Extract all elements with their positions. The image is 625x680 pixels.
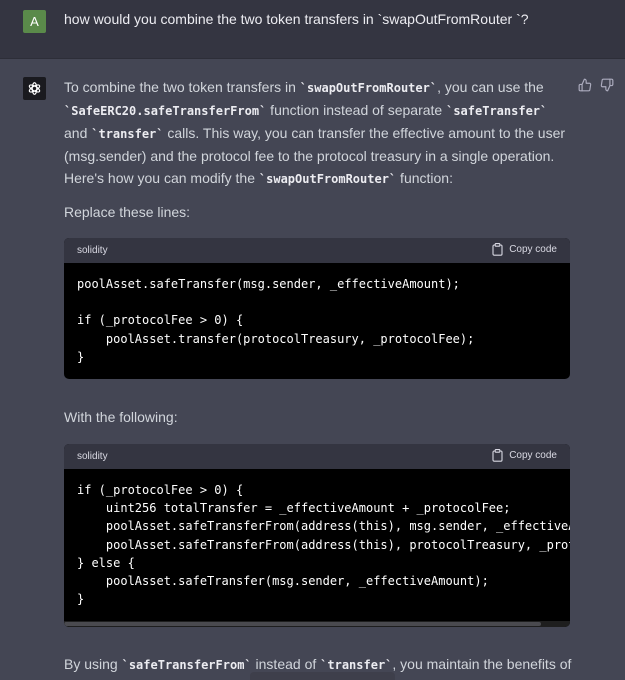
copy-code-label: Copy code — [509, 450, 557, 461]
user-avatar: A — [23, 10, 46, 33]
code-content: poolAsset.safeTransfer(msg.sender, _effe… — [77, 277, 475, 364]
scrollbar-thumb[interactable] — [64, 622, 541, 626]
user-message-text: how would you combine the two token tran… — [64, 11, 529, 27]
code-block: solidity Copy code if (_protocolFee > 0)… — [64, 444, 570, 627]
intro-text-6: function: — [396, 170, 453, 186]
copy-code-button[interactable]: Copy code — [492, 449, 557, 462]
intro-text-2: , you can use the — [437, 79, 544, 95]
copy-code-button[interactable]: Copy code — [492, 243, 557, 256]
closing-text-2: instead of — [251, 656, 321, 672]
code-block: solidity Copy code poolAsset.safeTransfe… — [64, 238, 570, 379]
thumbs-down-icon[interactable] — [600, 78, 614, 92]
user-message-row: A how would you combine the two token tr… — [0, 0, 625, 59]
copy-code-label: Copy code — [509, 244, 557, 255]
answer-intro-paragraph: To combine the two token transfers in `s… — [64, 76, 574, 190]
replace-label: Replace these lines: — [64, 204, 191, 220]
closing-text-1: By using — [64, 656, 122, 672]
horizontal-scrollbar[interactable] — [64, 621, 570, 627]
intro-text-4: and — [64, 125, 92, 141]
thumbs-up-icon[interactable] — [578, 78, 592, 92]
scroll-to-bottom-edge — [250, 672, 395, 680]
inline-code: `transfer` — [320, 658, 393, 672]
inline-code: `safeTransfer` — [446, 104, 548, 118]
code-block-header: solidity Copy code — [64, 238, 570, 263]
closing-text-3: , you maintain the benefits of — [392, 656, 572, 672]
openai-logo-icon — [23, 77, 46, 100]
code-language-label: solidity — [77, 451, 108, 462]
code-block-header: solidity Copy code — [64, 444, 570, 469]
intro-text-3: function instead of separate — [266, 102, 447, 118]
intro-text-1: To combine the two token transfers in — [64, 79, 300, 95]
inline-code: `swapOutFromRouter` — [258, 172, 397, 186]
clipboard-icon — [492, 243, 503, 256]
code-content: if (_protocolFee > 0) { uint256 totalTra… — [77, 483, 570, 607]
inline-code: `safeTransferFrom` — [121, 658, 252, 672]
inline-code: `swapOutFromRouter` — [299, 81, 438, 95]
inline-code: `SafeERC20.safeTransferFrom` — [64, 104, 267, 118]
clipboard-icon — [492, 449, 503, 462]
code-language-label: solidity — [77, 245, 108, 256]
inline-code: `transfer` — [91, 127, 164, 141]
with-label: With the following: — [64, 409, 178, 425]
